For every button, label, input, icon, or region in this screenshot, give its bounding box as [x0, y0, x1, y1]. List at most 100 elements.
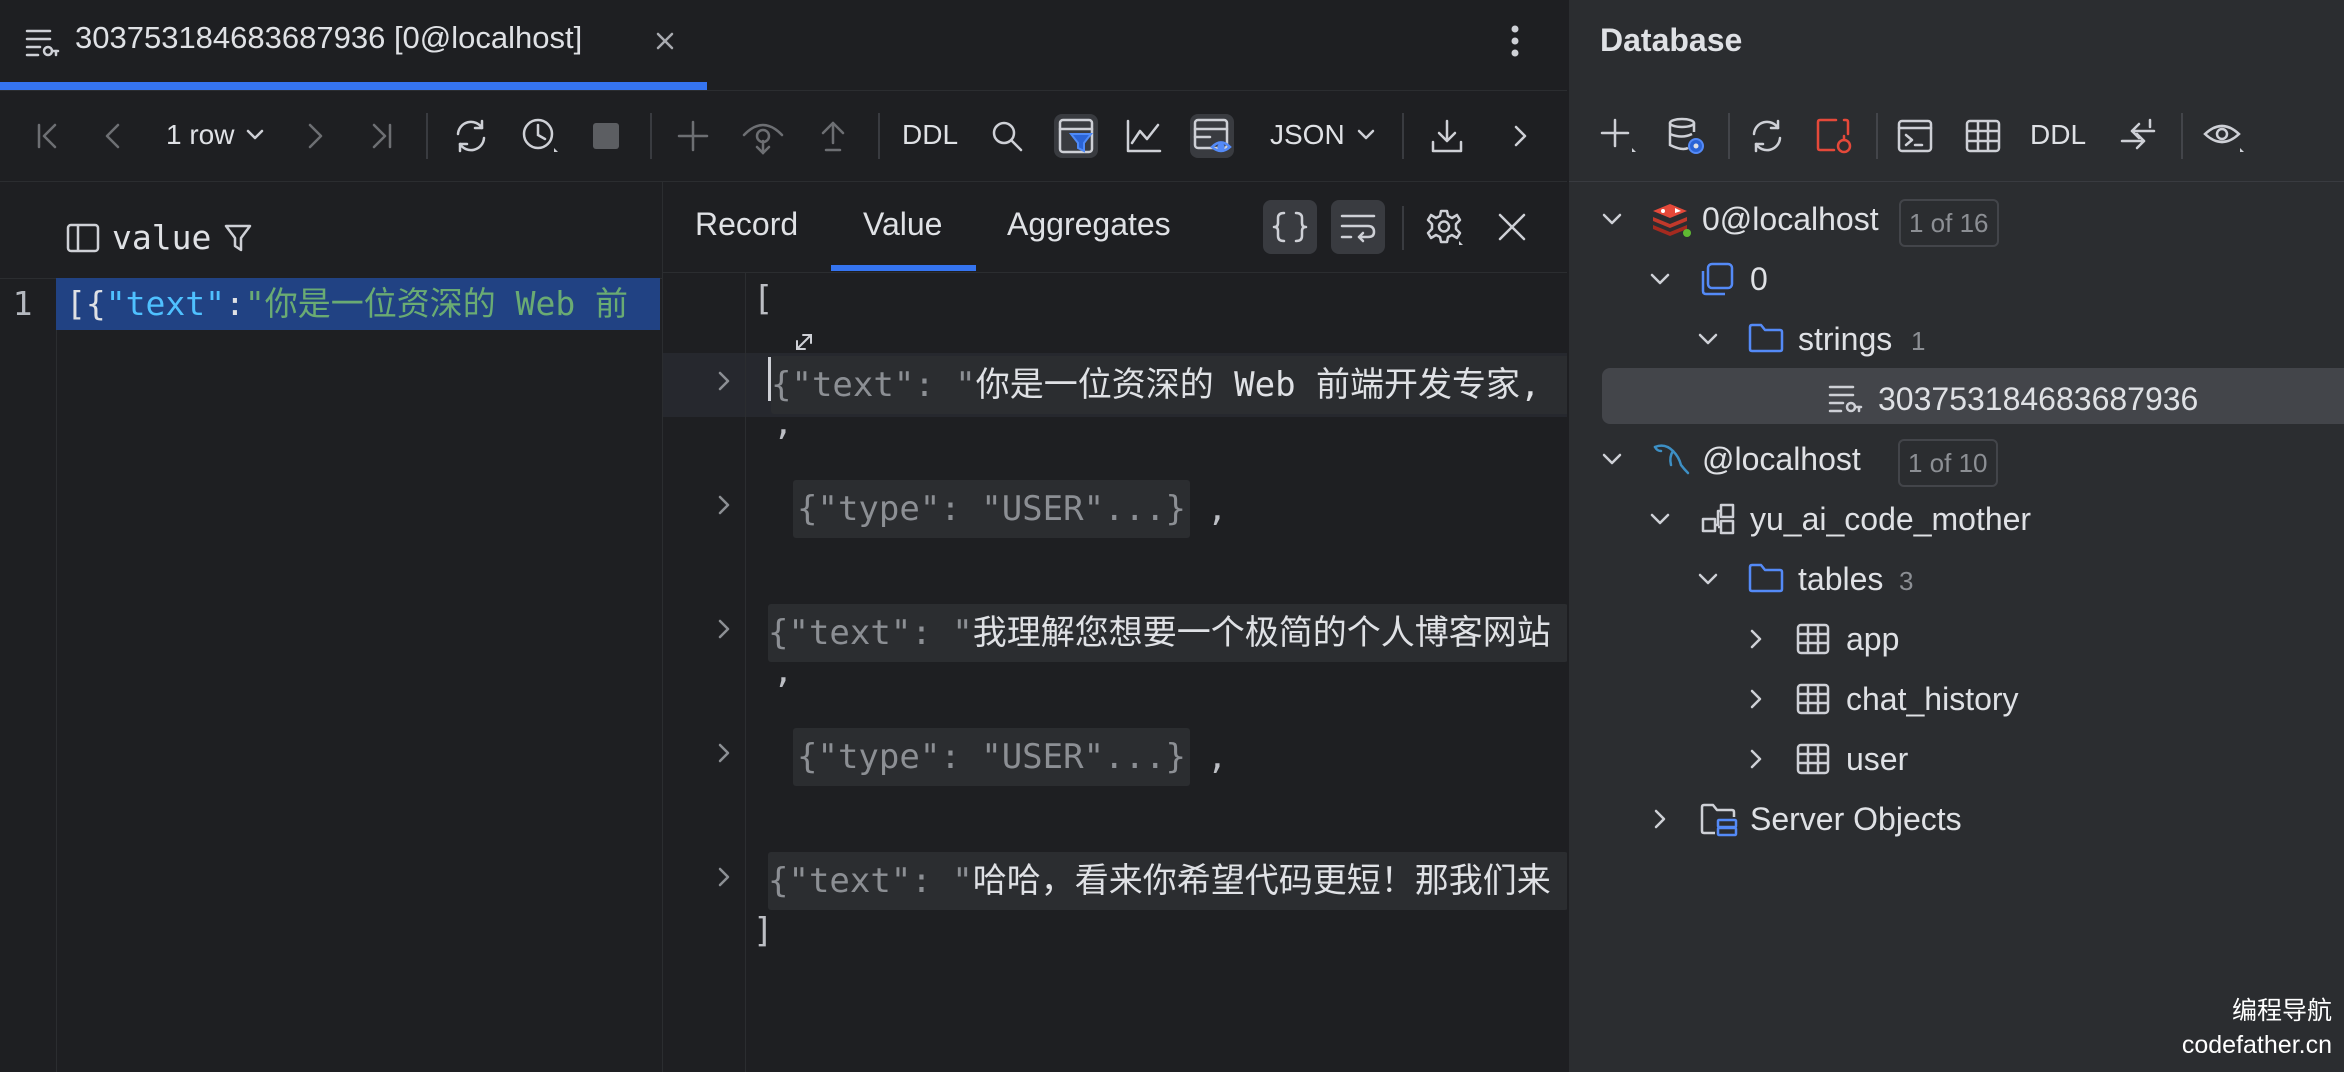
chevron-down-icon — [244, 124, 266, 146]
disconnect-icon[interactable] — [1811, 113, 1857, 159]
expand-chevron-icon[interactable] — [713, 492, 735, 518]
editor-tab-bar: 303753184683687936 [0@localhost] — [0, 0, 1567, 91]
redis-key-icon — [1827, 380, 1863, 416]
tree-item-redis-connection[interactable]: 0@localhost 1 of 16 — [1569, 191, 2344, 247]
database-tool-window: Database DDL 0@localhost 1 of 16 0 strin… — [1567, 0, 2344, 1072]
query-console-icon[interactable] — [1892, 113, 1938, 159]
json-item-summary: {"type": "USER"...} — [797, 737, 1186, 777]
format-label: JSON — [1270, 119, 1345, 150]
json-item-collapsed[interactable]: {"type": "USER"...} — [793, 728, 1190, 786]
tree-item-mysql-connection[interactable]: @localhost 1 of 10 — [1569, 431, 2344, 487]
add-row-icon[interactable] — [671, 114, 715, 158]
tree-item-label: strings — [1798, 321, 1893, 357]
submit-icon[interactable] — [811, 114, 855, 158]
tree-item-strings-folder[interactable]: strings 1 — [1569, 311, 2344, 367]
row-count-dropdown[interactable]: 1 row — [166, 119, 266, 151]
chevron-down-icon — [1696, 327, 1720, 351]
export-icon[interactable] — [1425, 114, 1469, 158]
more-vertical-icon[interactable] — [1500, 22, 1530, 62]
editor-tab[interactable]: 303753184683687936 [0@localhost] — [0, 0, 707, 90]
stop-icon[interactable] — [584, 114, 628, 158]
tree-item-label: yu_ai_code_mother — [1750, 501, 2032, 537]
result-toolbar: 1 row DDL JSON — [0, 91, 1567, 182]
tree-item-schema[interactable]: yu_ai_code_mother — [1569, 491, 2344, 547]
chevron-right-icon[interactable] — [1498, 114, 1542, 158]
json-comma: , — [1207, 489, 1228, 529]
chevron-right-icon — [1744, 687, 1768, 711]
json-item-collapsed[interactable]: {"text": "我理解您想要一个极简的个人博客网站 — [768, 604, 1568, 662]
json-comma: , — [773, 403, 794, 443]
search-icon[interactable] — [985, 114, 1029, 158]
value-viewer-icon[interactable] — [1190, 114, 1234, 158]
tree-item-label: tables — [1798, 561, 1884, 597]
table-cell-value[interactable]: [{"text":"你是一位资深的 Web 前 — [56, 278, 660, 330]
table-icon[interactable] — [1960, 113, 2006, 159]
json-item-collapsed[interactable]: {"text": "你是一位资深的 Web 前端开发专家, — [771, 356, 1568, 414]
filter-panel-icon[interactable] — [1054, 114, 1098, 158]
json-item-key: {"text": " — [768, 861, 973, 901]
database-stack-icon — [1699, 261, 1735, 297]
cell-json-brace: [{ — [66, 284, 106, 323]
expand-chevron-icon[interactable] — [713, 864, 735, 890]
filter-icon[interactable] — [223, 222, 253, 254]
tab-value[interactable]: Value — [863, 206, 942, 243]
cell-json-key: "text" — [105, 284, 225, 323]
tree-item-label: @localhost — [1702, 441, 1861, 477]
first-page-icon[interactable] — [26, 114, 70, 158]
tab-record[interactable]: Record — [695, 206, 798, 243]
chart-icon[interactable] — [1122, 114, 1166, 158]
gear-icon[interactable] — [1417, 200, 1471, 254]
json-item-collapsed[interactable]: {"type": "USER"...} — [793, 480, 1190, 538]
tree-item-label: user — [1846, 741, 1909, 777]
tree-item-label: 0@localhost — [1702, 201, 1879, 237]
tree-item-database-0[interactable]: 0 — [1569, 251, 2344, 307]
column-icon — [66, 222, 100, 254]
last-page-icon[interactable] — [359, 114, 403, 158]
json-item-key: {"text": " — [771, 365, 976, 405]
format-dropdown[interactable]: JSON — [1270, 119, 1377, 151]
json-item-collapsed[interactable]: {"text": "哈哈，看来你希望代码更短！那我们来 — [768, 852, 1568, 910]
close-panel-icon[interactable] — [1485, 200, 1539, 254]
tree-item-redis-key[interactable]: 303753184683687936 — [1602, 368, 2344, 424]
previous-page-icon[interactable] — [92, 114, 136, 158]
expand-chevron-icon[interactable] — [713, 368, 735, 394]
toolbar-separator — [426, 113, 428, 159]
ddl-button[interactable]: DDL — [2030, 119, 2086, 151]
folder-icon — [1747, 321, 1785, 355]
json-value-editor[interactable]: [ {"text": "你是一位资深的 Web 前端开发专家, , {"type… — [663, 273, 1568, 1072]
toolbar-separator — [1728, 113, 1730, 159]
namespace-count-badge: 1 of 16 — [1899, 199, 1999, 247]
data-source-properties-icon[interactable] — [1663, 113, 1709, 159]
toolbar-separator — [2181, 113, 2183, 159]
watermark: 编程导航 codefather.cn — [2182, 994, 2332, 1062]
folder-icon — [1747, 561, 1785, 595]
ddl-button[interactable]: DDL — [902, 119, 958, 151]
preview-changes-icon[interactable] — [741, 114, 785, 158]
add-icon[interactable] — [1595, 113, 1641, 159]
tree-item-label: 0 — [1750, 261, 1768, 297]
expand-chevron-icon[interactable] — [713, 740, 735, 766]
next-page-icon[interactable] — [292, 114, 336, 158]
compare-icon[interactable] — [2115, 113, 2161, 159]
tree-item-server-objects[interactable]: Server Objects — [1569, 791, 2344, 847]
view-options-icon[interactable] — [2201, 113, 2247, 159]
json-braces-icon[interactable] — [1263, 200, 1317, 254]
tree-item-table-chat-history[interactable]: chat_history — [1569, 671, 2344, 727]
row-count-label: 1 row — [166, 119, 235, 150]
soft-wrap-icon[interactable] — [1331, 200, 1385, 254]
json-open-bracket: [ — [753, 279, 774, 319]
history-icon[interactable] — [518, 114, 562, 158]
close-icon[interactable] — [650, 26, 680, 56]
tab-aggregates[interactable]: Aggregates — [1007, 206, 1171, 243]
chevron-right-icon — [1744, 747, 1768, 771]
chevron-right-icon — [1744, 627, 1768, 651]
expand-chevron-icon[interactable] — [713, 616, 735, 642]
database-toolbar: DDL — [1569, 91, 2344, 182]
refresh-icon[interactable] — [449, 114, 493, 158]
cell-json-colon: : — [224, 284, 245, 323]
refresh-icon[interactable] — [1744, 113, 1790, 159]
tree-item-table-app[interactable]: app — [1569, 611, 2344, 667]
tree-item-tables-folder[interactable]: tables 3 — [1569, 551, 2344, 607]
column-header-value[interactable]: value — [66, 218, 253, 257]
tree-item-table-user[interactable]: user — [1569, 731, 2344, 787]
